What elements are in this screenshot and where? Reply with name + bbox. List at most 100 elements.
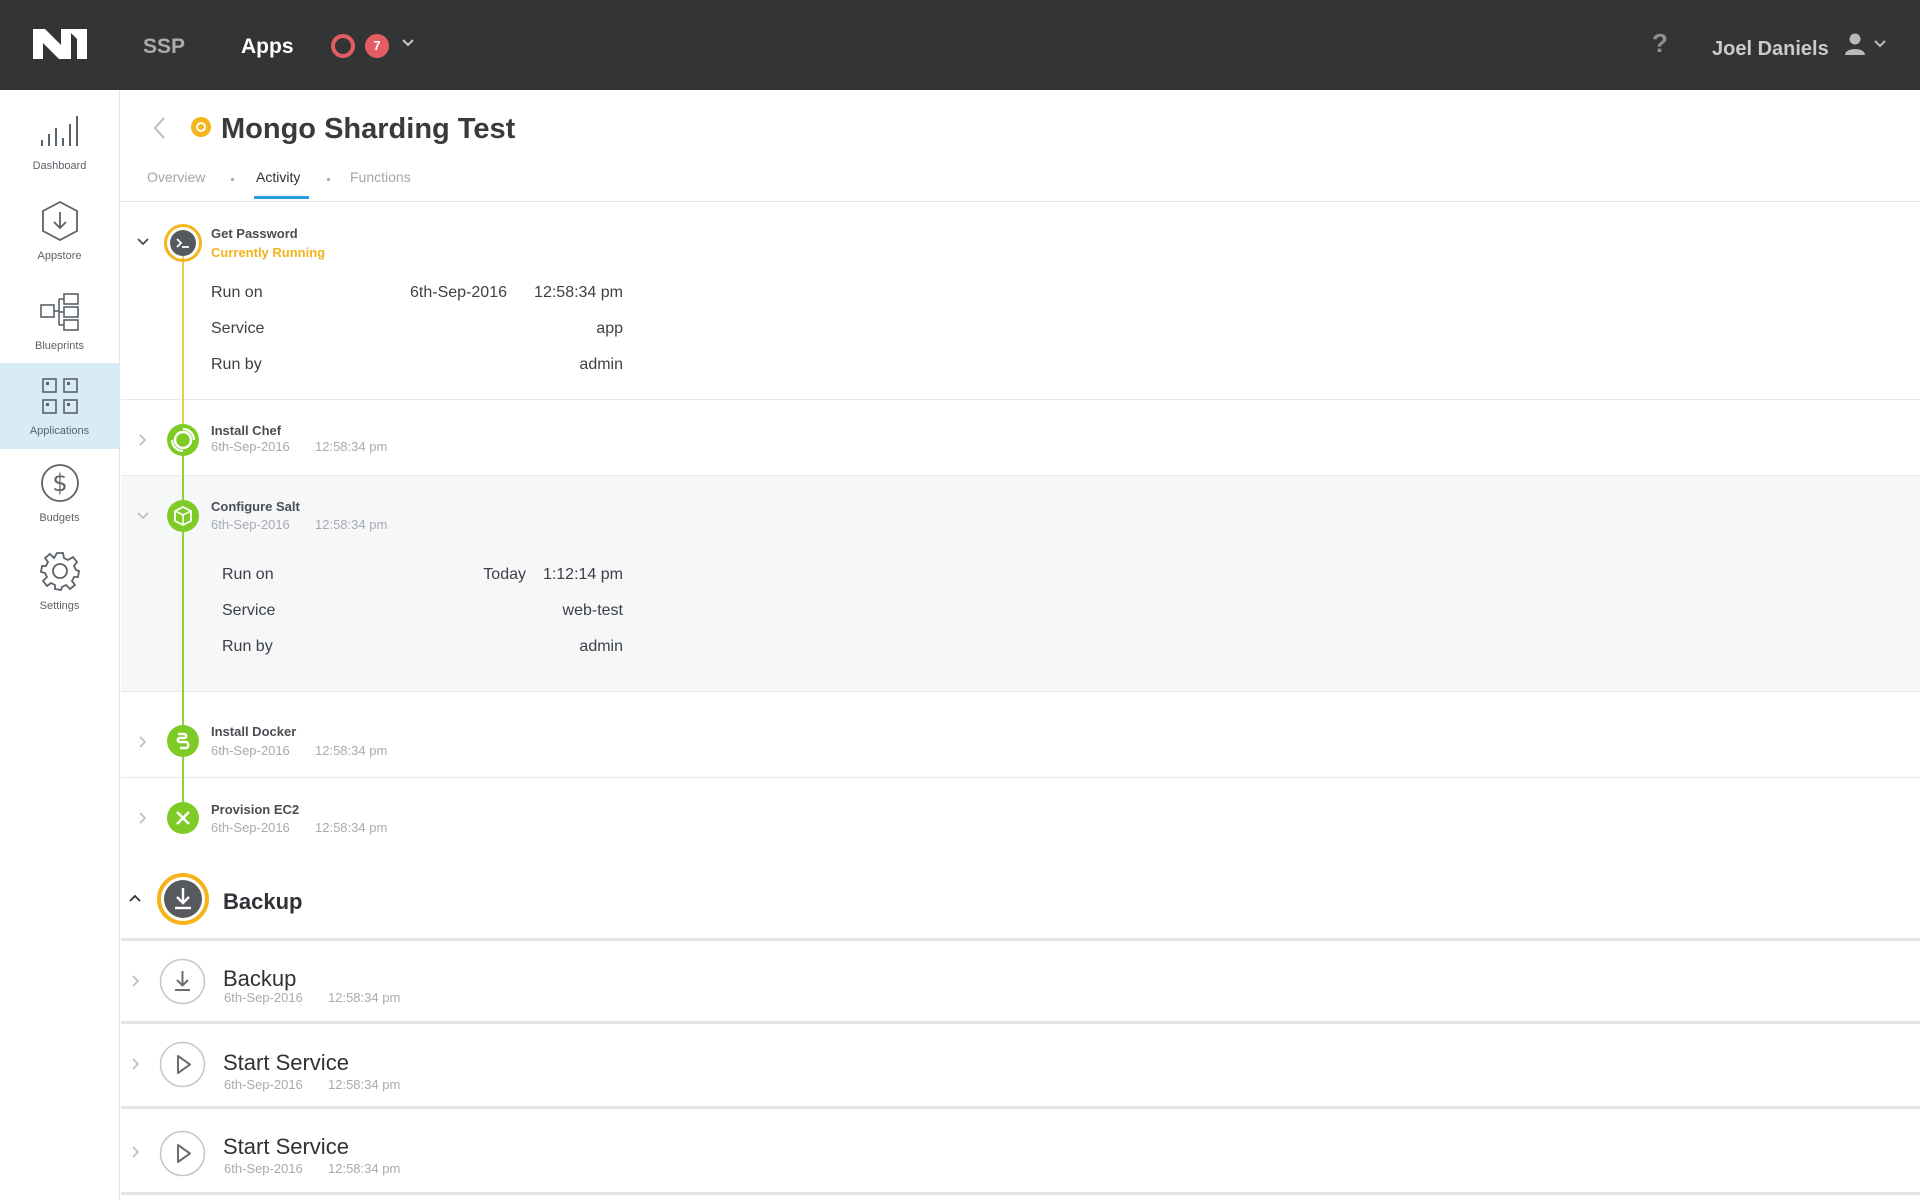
- docker-icon: [167, 725, 199, 757]
- user-icon[interactable]: [1843, 32, 1867, 56]
- detail-run-by: admin: [579, 356, 623, 373]
- chevron-down-icon[interactable]: [136, 509, 150, 523]
- step-title: Provision EC2: [211, 802, 300, 817]
- divider: [121, 1021, 1920, 1024]
- detail-label: Run by: [222, 638, 273, 655]
- detail-label: Run on: [222, 566, 274, 583]
- nav-apps[interactable]: Apps: [241, 35, 294, 59]
- chevron-down-icon[interactable]: [136, 235, 150, 249]
- back-arrow-icon[interactable]: [150, 115, 168, 141]
- group-title: Backup: [223, 889, 303, 914]
- divider: [121, 201, 1920, 202]
- chevron-down-icon[interactable]: [1873, 37, 1887, 51]
- step-title: Install Docker: [211, 724, 297, 739]
- sidebar-item-applications[interactable]: Applications: [0, 363, 119, 449]
- sidebar-label: Applications: [29, 425, 90, 437]
- item-date: 6th-Sep-2016: [224, 1077, 303, 1092]
- sidebar-item-settings[interactable]: Settings: [0, 538, 119, 624]
- timeline-line: [182, 256, 184, 440]
- tab-overview[interactable]: Overview: [147, 169, 205, 185]
- step-status: Currently Running: [211, 245, 326, 260]
- ec2-icon: [167, 802, 199, 834]
- download-hexagon-icon: [42, 200, 78, 242]
- item-title: Backup: [223, 966, 297, 991]
- nutanix-logo-icon[interactable]: [31, 27, 89, 61]
- sidebar-item-budgets[interactable]: $ Budgets: [0, 450, 119, 536]
- detail-label: Run by: [211, 356, 262, 373]
- download-icon: [157, 873, 209, 925]
- divider: [121, 475, 1920, 476]
- nav-ssp[interactable]: SSP: [143, 35, 185, 59]
- detail-time: 12:58:34 pm: [534, 284, 623, 301]
- sidebar-label: Dashboard: [32, 160, 87, 172]
- user-name[interactable]: Joel Daniels: [1712, 38, 1829, 61]
- detail-label: Service: [222, 602, 276, 619]
- divider: [121, 777, 1920, 778]
- sidebar-item-appstore[interactable]: Appstore: [0, 188, 119, 274]
- item-time: 12:58:34 pm: [328, 1077, 401, 1092]
- step-date: 6th-Sep-2016: [211, 439, 290, 454]
- alert-status-icon[interactable]: [331, 34, 355, 58]
- gear-icon: [39, 552, 81, 592]
- blueprint-icon: [40, 293, 79, 331]
- row-highlight: [121, 475, 1920, 691]
- salt-icon: [167, 500, 199, 532]
- item-time: 12:58:34 pm: [328, 1161, 401, 1176]
- item-date: 6th-Sep-2016: [224, 1161, 303, 1176]
- detail-date: 6th-Sep-2016: [410, 284, 507, 301]
- grid-icon: [42, 378, 78, 414]
- tab-activity[interactable]: Activity: [256, 169, 300, 185]
- chevron-right-icon[interactable]: [136, 433, 150, 447]
- detail-service: app: [596, 320, 623, 337]
- divider: [121, 1192, 1920, 1195]
- tab-functions[interactable]: Functions: [350, 169, 411, 185]
- step-time: 12:58:34 pm: [315, 820, 388, 835]
- sidebar: Dashboard Appstore Blueprints Applicatio…: [0, 90, 120, 1200]
- play-icon: [159, 1041, 206, 1088]
- timeline-line: [182, 440, 184, 818]
- sidebar-label: Blueprints: [35, 340, 84, 352]
- divider: [121, 1106, 1920, 1109]
- detail-label: Run on: [211, 284, 263, 301]
- svg-text:$: $: [52, 469, 67, 497]
- step-time: 12:58:34 pm: [315, 517, 388, 532]
- tab-separator: [231, 178, 234, 181]
- chevron-right-icon[interactable]: [136, 735, 150, 749]
- chevron-right-icon[interactable]: [136, 811, 150, 825]
- sidebar-label: Settings: [39, 600, 80, 612]
- sidebar-label: Appstore: [37, 250, 82, 262]
- step-time: 12:58:34 pm: [315, 439, 388, 454]
- dollar-icon: $: [41, 464, 79, 502]
- item-title: Start Service: [223, 1050, 349, 1075]
- detail-date: Today: [483, 566, 526, 583]
- top-bar: SSP Apps 7 ? Joel Daniels: [0, 0, 1920, 90]
- chevron-down-icon[interactable]: [400, 35, 416, 51]
- sidebar-item-dashboard[interactable]: Dashboard: [0, 98, 119, 184]
- step-date: 6th-Sep-2016: [211, 820, 290, 835]
- download-icon: [159, 958, 206, 1005]
- chevron-up-icon[interactable]: [128, 891, 142, 905]
- divider: [121, 691, 1920, 692]
- detail-time: 1:12:14 pm: [542, 566, 623, 583]
- step-date: 6th-Sep-2016: [211, 517, 290, 532]
- chevron-right-icon[interactable]: [129, 974, 143, 988]
- alert-count-badge[interactable]: 7: [365, 34, 389, 58]
- detail-label: Service: [211, 320, 265, 337]
- terminal-icon: [164, 224, 202, 262]
- item-date: 6th-Sep-2016: [224, 990, 303, 1005]
- divider: [121, 399, 1920, 400]
- play-icon: [159, 1130, 206, 1177]
- sidebar-item-blueprints[interactable]: Blueprints: [0, 278, 119, 364]
- chevron-right-icon[interactable]: [129, 1145, 143, 1159]
- divider: [121, 938, 1920, 941]
- running-status-icon: [191, 117, 211, 137]
- step-title: Get Password: [211, 226, 298, 241]
- chevron-right-icon[interactable]: [129, 1057, 143, 1071]
- sidebar-label: Budgets: [39, 512, 80, 524]
- active-tab-indicator: [254, 196, 309, 199]
- step-date: 6th-Sep-2016: [211, 743, 290, 758]
- tab-separator: [327, 178, 330, 181]
- bar-chart-icon: [41, 116, 78, 146]
- help-button[interactable]: ?: [1649, 28, 1671, 59]
- step-time: 12:58:34 pm: [315, 743, 388, 758]
